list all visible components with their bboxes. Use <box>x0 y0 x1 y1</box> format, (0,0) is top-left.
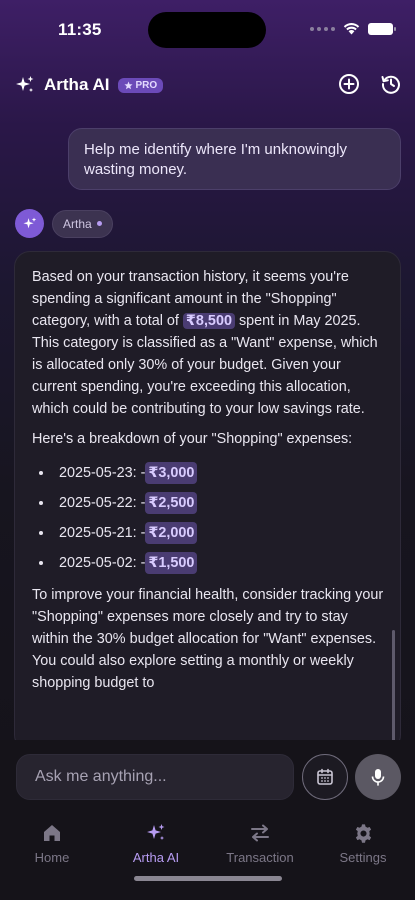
calendar-button[interactable] <box>302 754 348 800</box>
bullet <box>39 471 43 475</box>
gear-icon <box>355 823 371 843</box>
assistant-paragraph: To improve your financial health, consid… <box>32 587 384 691</box>
status-time: 11:35 <box>58 20 102 39</box>
sparkles-icon <box>22 216 36 228</box>
bullet <box>39 561 43 565</box>
app-header: Artha AI PRO <box>0 66 415 106</box>
bullet <box>39 501 43 505</box>
nav-label: Home <box>34 850 70 865</box>
home-indicator <box>134 876 282 881</box>
pro-badge: PRO <box>117 77 164 93</box>
assistant-message: Based on your transaction history, it se… <box>14 251 401 751</box>
amount-highlight: ₹2,000 <box>145 522 198 544</box>
chat-input-bar <box>0 740 415 812</box>
amount-highlight: ₹1,500 <box>145 552 198 574</box>
assistant-name: Artha <box>63 216 92 231</box>
list-item: 2025-05-02: - ₹1,500 <box>32 548 384 578</box>
amount-highlight: ₹2,500 <box>145 492 198 514</box>
pro-badge-label: PRO <box>135 79 158 91</box>
bottom-nav: Home Artha AI Transaction Settings <box>0 812 415 900</box>
assistant-paragraph: Here's a breakdown of your "Shopping" ex… <box>32 431 353 447</box>
plus-circle-icon <box>339 74 359 94</box>
nav-settings[interactable]: Settings <box>313 822 413 865</box>
status-dot <box>96 221 102 226</box>
nav-label: Artha AI <box>132 850 180 865</box>
bullet <box>39 531 43 535</box>
home-icon <box>44 825 60 841</box>
list-item: 2025-05-21: - ₹2,000 <box>32 518 384 548</box>
history-icon <box>381 75 400 94</box>
star-icon <box>123 80 133 89</box>
list-item: 2025-05-23: - ₹3,000 <box>32 458 384 488</box>
nav-transaction[interactable]: Transaction <box>210 822 310 865</box>
app-title: Artha AI <box>44 75 110 94</box>
dynamic-island <box>148 12 266 48</box>
expense-date: 2025-05-21: - <box>59 525 146 541</box>
microphone-icon <box>371 769 385 786</box>
transfer-arrows-icon <box>251 824 269 842</box>
status-bar: 11:35 <box>0 0 415 62</box>
expense-date: 2025-05-02: - <box>59 555 146 571</box>
expense-date: 2025-05-23: - <box>59 465 146 481</box>
brand: Artha AI PRO <box>14 74 164 96</box>
sparkles-icon <box>16 76 34 92</box>
wifi-icon <box>343 23 360 35</box>
header-actions <box>337 72 403 96</box>
nav-artha-ai[interactable]: Artha AI <box>106 822 206 865</box>
new-chat-button[interactable] <box>337 72 361 96</box>
expense-list: 2025-05-23: - ₹3,000 2025-05-22: - ₹2,500 … <box>32 458 384 578</box>
assistant-paragraph: Based on your transaction history, it se… <box>32 266 384 420</box>
nav-label: Transaction <box>226 850 294 865</box>
assistant-avatar <box>15 209 44 238</box>
nav-home[interactable]: Home <box>2 822 102 865</box>
assistant-name-chip: Artha <box>52 209 113 238</box>
amount-highlight: ₹8,500 <box>182 313 235 329</box>
assistant-header: Artha <box>15 209 113 238</box>
calendar-icon <box>317 768 333 785</box>
scrollbar[interactable] <box>392 630 395 750</box>
signal-icon <box>310 26 335 31</box>
chat-input[interactable] <box>16 754 294 800</box>
expense-date: 2025-05-22: - <box>59 495 146 511</box>
microphone-button[interactable] <box>355 754 401 800</box>
battery-icon <box>368 22 396 35</box>
list-item: 2025-05-22: - ₹2,500 <box>32 488 384 518</box>
sparkles-icon <box>147 824 165 840</box>
user-message: Help me identify where I'm unknowingly w… <box>68 128 401 190</box>
status-icons <box>310 22 396 35</box>
nav-label: Settings <box>339 850 387 865</box>
amount-highlight: ₹3,000 <box>145 462 198 484</box>
history-button[interactable] <box>379 72 403 96</box>
